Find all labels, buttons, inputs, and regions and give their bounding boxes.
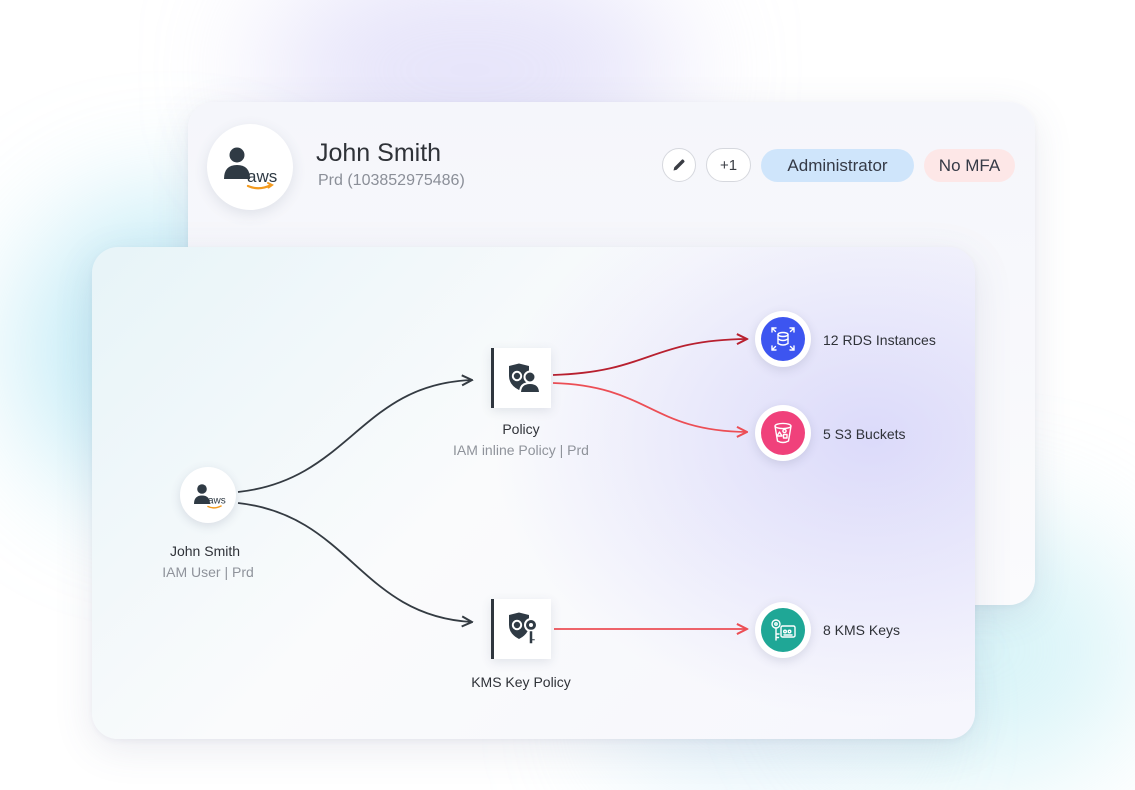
edge-user-to-kms-policy — [237, 502, 472, 622]
aws-logo-text: aws — [208, 496, 226, 507]
kms-policy-node-name: KMS Key Policy — [471, 674, 571, 690]
rds-resource-label: 12 RDS Instances — [823, 332, 936, 348]
kms-key-icon — [771, 619, 796, 641]
policy-user-icon — [508, 363, 541, 393]
kms-resource-label: 8 KMS Keys — [823, 622, 901, 638]
s3-resource-node[interactable] — [755, 405, 811, 461]
policy-key-icon — [508, 612, 538, 645]
graph-edges — [237, 0, 1135, 786]
policy-node-name: Policy — [502, 421, 540, 437]
aws-user-icon[interactable]: aws — [180, 467, 236, 523]
edge-policy-to-rds — [552, 339, 747, 376]
s3-resource-label: 5 S3 Buckets — [823, 426, 906, 442]
kms-resource-node[interactable] — [755, 602, 811, 658]
rds-database-icon — [771, 327, 795, 351]
s3-bucket-icon — [774, 422, 792, 444]
user-node-subtitle: IAM User | Prd — [162, 564, 254, 580]
kms-key-policy-node[interactable] — [491, 599, 551, 659]
user-node-name: John Smith — [169, 543, 241, 559]
edge-user-to-policy — [237, 380, 472, 493]
policy-node-subtitle: IAM inline Policy | Prd — [453, 442, 589, 458]
edge-policy-to-s3 — [552, 382, 747, 432]
inline-policy-node[interactable] — [491, 348, 551, 408]
rds-resource-node[interactable] — [755, 311, 811, 367]
